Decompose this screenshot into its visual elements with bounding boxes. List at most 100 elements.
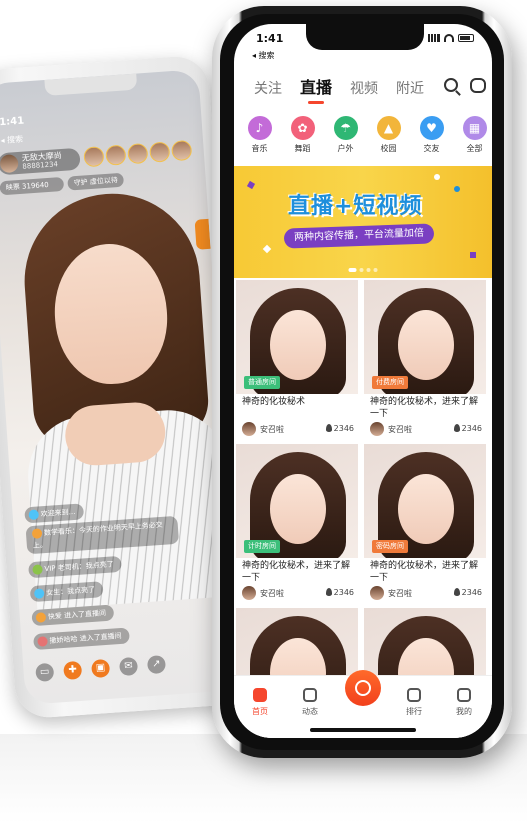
top-actions <box>444 78 486 93</box>
chat-text: 欢迎来到... <box>40 507 76 519</box>
guard-badge[interactable]: 守护 虚位以待 <box>67 172 125 191</box>
gift-box-icon[interactable]: ▣ <box>91 658 111 679</box>
room-badge: 密码房间 <box>372 540 408 553</box>
ticket-count: 映票 319640 <box>0 176 65 196</box>
live-card[interactable]: 密码房间 神奇的化妆秘术，进来了解一下 安召啦 2346 <box>364 444 486 604</box>
viewer-count: 2346 <box>325 424 354 433</box>
avatar <box>370 422 384 436</box>
level-icon <box>28 509 40 521</box>
chat-list: 欢迎来到... 数学看乐：今天的作业明天早上务必交上。 VIP 老司机：我点亮了… <box>24 492 186 653</box>
viewer-avatar[interactable] <box>127 142 149 165</box>
start-live-button[interactable] <box>345 670 381 706</box>
category-outdoor[interactable]: ☂ 户外 <box>329 116 363 154</box>
viewer-avatar[interactable] <box>149 141 171 163</box>
chat-message: 欢迎来到... <box>24 503 84 524</box>
viewer-avatar[interactable] <box>171 139 193 162</box>
home-indicator <box>310 728 416 732</box>
streamer-photo <box>9 187 237 610</box>
viewer-avatar[interactable] <box>105 144 127 166</box>
tab-follow[interactable]: 关注 <box>254 78 282 98</box>
viewer-avatars <box>83 139 193 168</box>
chat-message: 撒娇哈哈 进入了直播间 <box>33 627 131 651</box>
card-user: 安召啦 <box>260 589 284 598</box>
search-icon[interactable] <box>444 78 458 92</box>
umbrella-icon: ☂ <box>333 116 358 140</box>
tab-live[interactable]: 直播 <box>300 74 332 104</box>
tab-home[interactable]: 首页 <box>240 688 280 717</box>
level-icon <box>33 588 45 599</box>
card-user: 安召啦 <box>388 589 412 598</box>
host-avatar <box>0 154 19 174</box>
viewer-count: 2346 <box>325 588 354 597</box>
chat-icon[interactable]: ▭ <box>35 662 55 682</box>
banner-pager <box>348 268 378 272</box>
tab-video[interactable]: 视频 <box>350 78 378 98</box>
banner-title: 直播+短视频 <box>288 194 423 219</box>
card-title: 神奇的化妆秘术，进来了解一下 <box>370 561 479 583</box>
room-badge: 普通房间 <box>244 376 280 389</box>
wifi-icon <box>444 34 454 42</box>
count-value: 2346 <box>461 424 482 433</box>
tab-label: 排行 <box>406 707 422 716</box>
category-label: 音乐 <box>251 144 268 153</box>
mail-icon[interactable]: ✉ <box>118 656 139 677</box>
host-info[interactable]: 无敌大摩尚 88881234 <box>0 147 81 176</box>
side-tab[interactable] <box>194 218 211 250</box>
trophy-icon <box>407 688 421 702</box>
viewer-count: 2346 <box>453 424 482 433</box>
back-nav-link[interactable]: ◂ 搜索 <box>0 134 23 147</box>
notch <box>306 24 424 50</box>
category-label: 校园 <box>380 144 397 153</box>
level-icon <box>35 612 47 623</box>
category-all[interactable]: ▦ 全部 <box>458 116 492 154</box>
tab-label: 我的 <box>456 707 472 716</box>
heart-icon: ♥ <box>419 116 444 140</box>
status-time: 1:41 <box>256 32 284 45</box>
card-meta: 安召啦 2346 <box>370 586 482 600</box>
fire-icon <box>453 588 460 596</box>
fire-icon <box>325 424 332 432</box>
share-icon[interactable]: ↗ <box>146 654 167 675</box>
back-link[interactable]: ◂ 搜索 <box>252 50 275 61</box>
avatar <box>242 586 256 600</box>
live-card[interactable]: 计时房间 神奇的化妆秘术，进来了解一下 安召啦 2346 <box>236 444 358 604</box>
category-social[interactable]: ♥ 交友 <box>415 116 449 154</box>
count-value: 2346 <box>461 588 482 597</box>
chat-message: 女生：我点亮了 <box>29 581 104 603</box>
top-tabs: 关注 直播 视频 附近 <box>254 74 424 104</box>
front-phone: 1:41 ◂ 搜索 关注 直播 视频 附近 ♪ 音乐 ✿ 舞蹈 ☂ 户外 ▲ 校园 ♥ 交… <box>212 6 512 758</box>
tab-ranking[interactable]: 排行 <box>394 688 434 717</box>
card-meta: 安召啦 2346 <box>242 586 354 600</box>
level-icon <box>32 564 43 575</box>
avatar <box>242 422 256 436</box>
message-icon[interactable] <box>470 78 486 93</box>
tab-label: 动态 <box>302 707 318 716</box>
level-icon <box>37 636 48 647</box>
card-title: 神奇的化妆秘术 <box>242 397 306 407</box>
chat-text: 女生：我点亮了 <box>45 585 96 598</box>
category-campus[interactable]: ▲ 校园 <box>372 116 406 154</box>
tab-profile[interactable]: 我的 <box>444 688 484 717</box>
fire-icon <box>453 424 460 432</box>
banner-subtitle: 两种内容传播，平台流量加倍 <box>283 223 435 249</box>
viewer-avatar[interactable] <box>83 146 105 168</box>
tab-nearby[interactable]: 附近 <box>396 78 424 98</box>
gift-icon[interactable]: ✚ <box>63 660 83 681</box>
live-card[interactable]: 普通房间 神奇的化妆秘术 安召啦 2346 <box>236 280 358 440</box>
chat-text: 数学看乐：今天的作业明天早上务必交上。 <box>32 520 164 550</box>
category-dance[interactable]: ✿ 舞蹈 <box>286 116 320 154</box>
card-title: 神奇的化妆秘术，进来了解一下 <box>370 397 479 419</box>
chat-message: VIP 老司机：我点亮了 <box>28 555 123 579</box>
category-label: 全部 <box>466 144 483 153</box>
count-value: 2346 <box>333 424 354 433</box>
chat-text: 撒娇哈哈 进入了直播间 <box>49 631 122 645</box>
chat-message: 快爱 进入了直播间 <box>31 604 115 627</box>
back-notch <box>44 73 138 96</box>
category-music[interactable]: ♪ 音乐 <box>243 116 277 154</box>
live-card[interactable]: 付费房间 神奇的化妆秘术，进来了解一下 安召啦 2346 <box>364 280 486 440</box>
tab-moments[interactable]: 动态 <box>290 688 330 717</box>
grid-icon: ▦ <box>462 116 487 140</box>
host-id: 88881234 <box>22 160 59 171</box>
music-icon: ♪ <box>247 116 272 140</box>
promo-banner[interactable]: 直播+短视频 两种内容传播，平台流量加倍 <box>234 166 492 278</box>
